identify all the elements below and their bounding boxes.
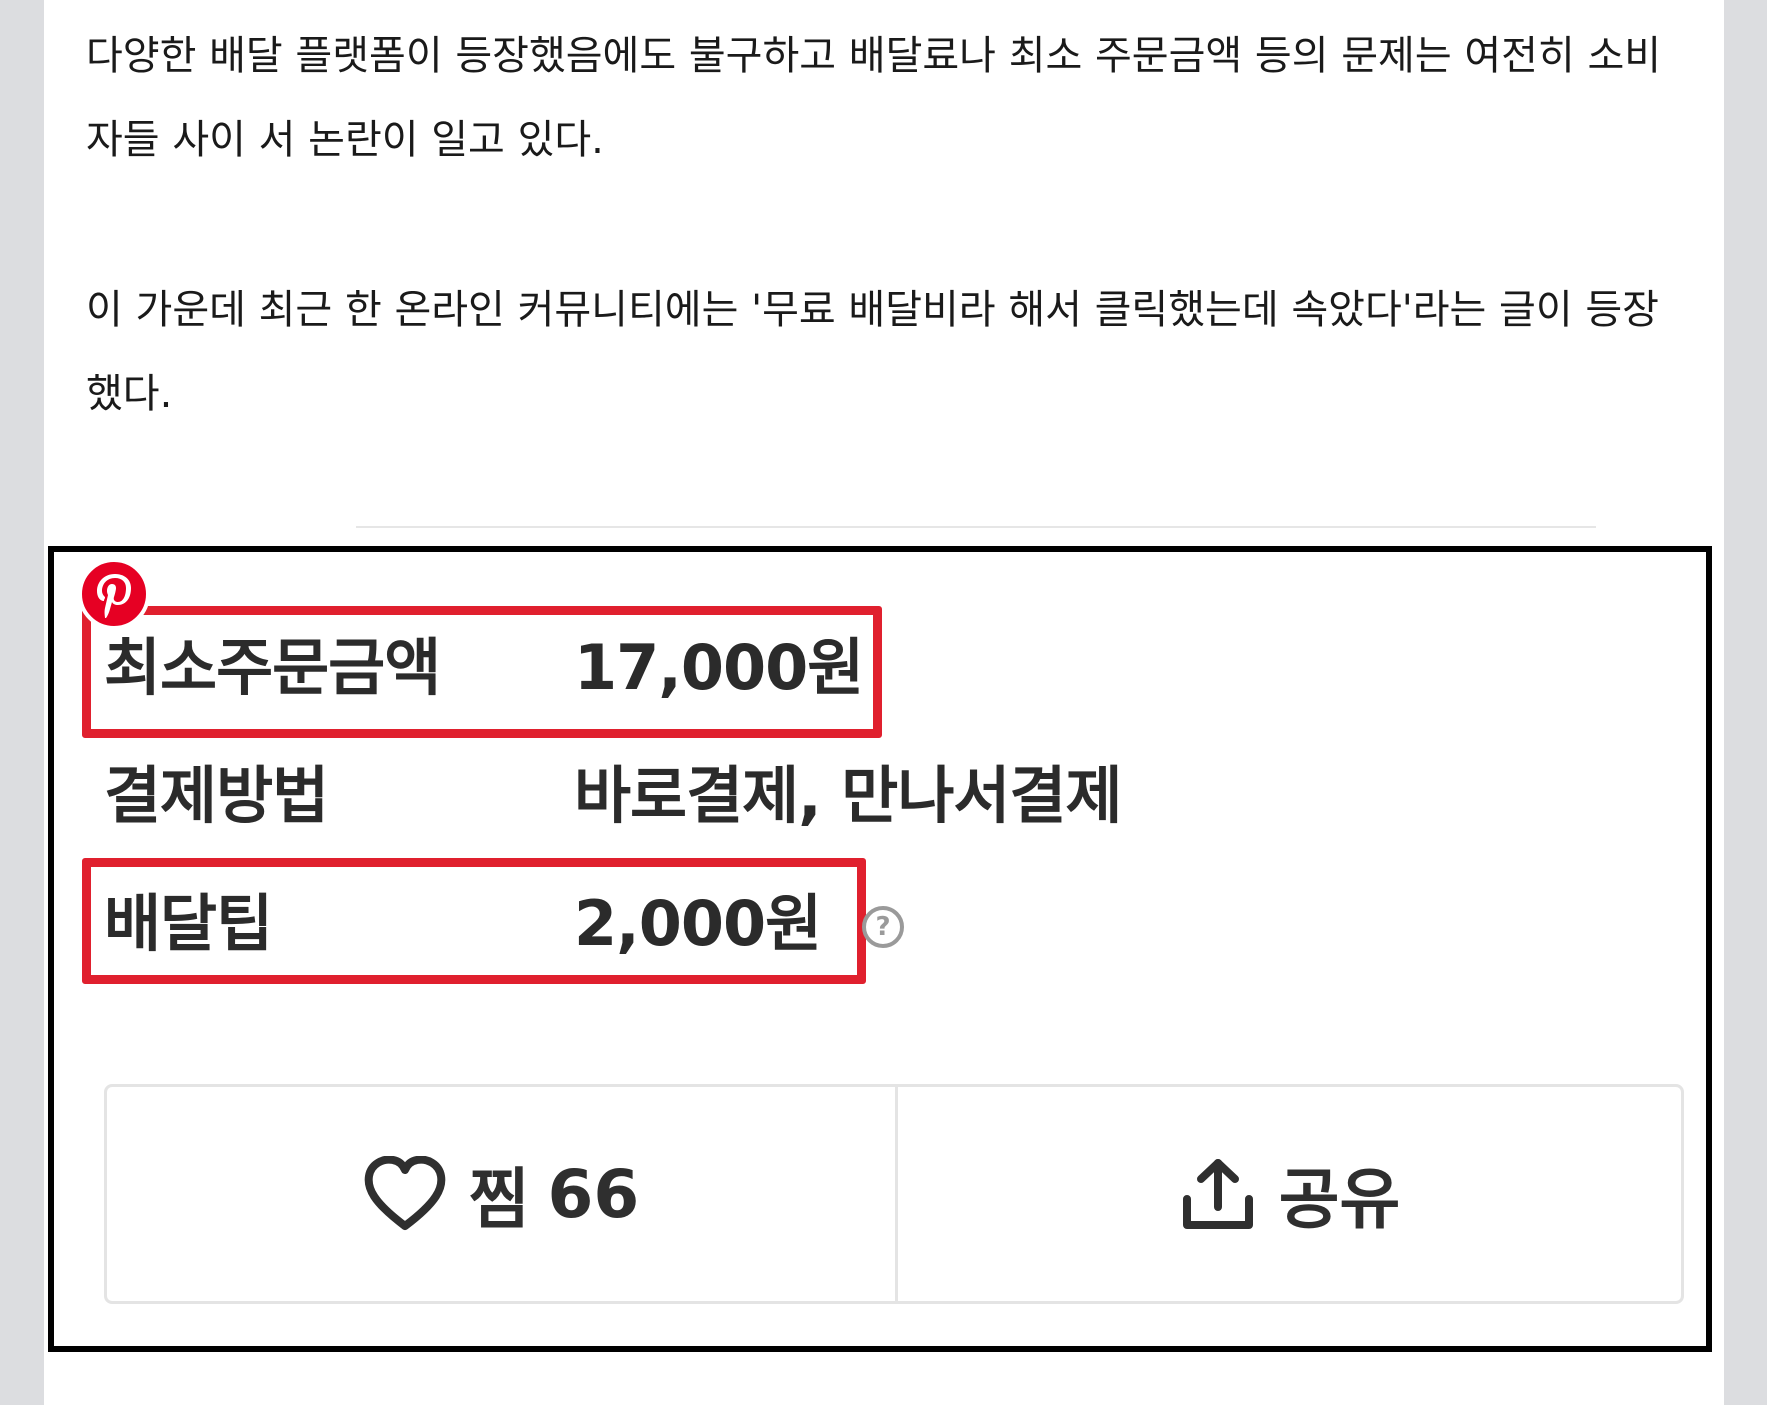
like-button[interactable]: 찜 66 — [107, 1087, 895, 1301]
pinterest-icon[interactable] — [78, 558, 150, 630]
divider — [356, 526, 1596, 528]
min-order-highlight — [82, 606, 882, 738]
payment-method-value: 바로결제, 만나서결제 — [574, 759, 1122, 832]
article-paragraph-1: 다양한 배달 플랫폼이 등장했음에도 불구하고 배달료나 최소 주문금액 등의 … — [86, 14, 1686, 182]
delivery-tip-highlight — [82, 858, 866, 984]
help-icon[interactable]: ? — [862, 906, 904, 948]
like-label: 찜 — [468, 1161, 530, 1238]
payment-method-label: 결제방법 — [104, 759, 329, 832]
heart-icon — [364, 1156, 446, 1230]
share-icon — [1182, 1159, 1253, 1229]
article-paragraph-2: 이 가운데 최근 한 온라인 커뮤니티에는 '무료 배달비라 해서 클릭했는데 … — [86, 268, 1686, 436]
paragraph-text: 이 가운데 최근 한 온라인 커뮤니티에는 '무료 배달비라 해서 클릭했는데 … — [86, 287, 1659, 417]
action-bar: 찜 66 공유 — [104, 1084, 1684, 1304]
paragraph-text: 다양한 배달 플랫폼이 등장했음에도 불구하고 배달료나 최소 주문금액 등의 … — [86, 33, 1662, 163]
share-button[interactable]: 공유 — [898, 1087, 1681, 1301]
like-count: 66 — [547, 1155, 640, 1233]
share-label: 공유 — [1278, 1161, 1401, 1238]
